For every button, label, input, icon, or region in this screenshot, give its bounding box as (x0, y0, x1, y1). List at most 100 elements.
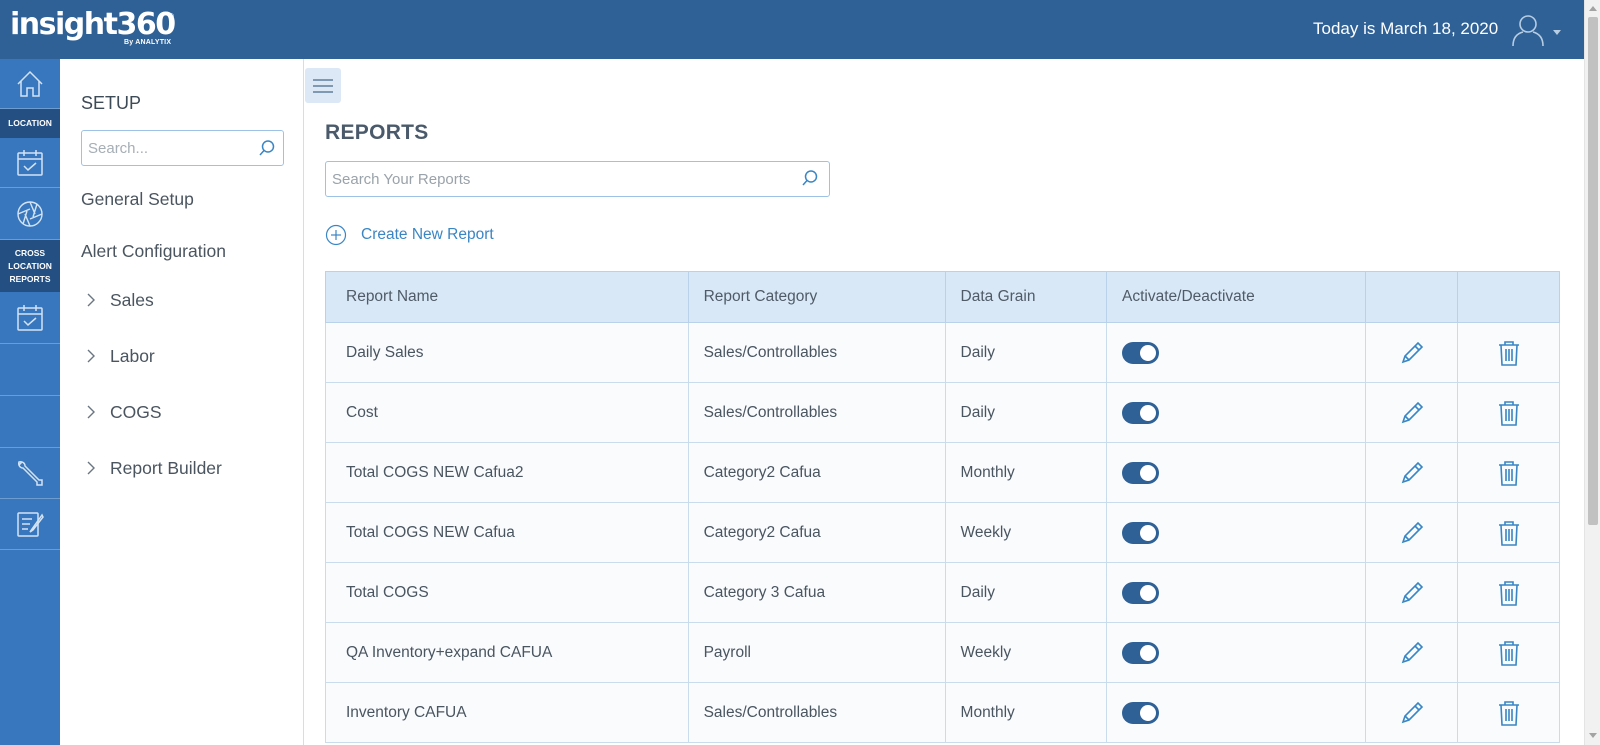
table-row[interactable]: Cost Sales/Controllables Daily (325, 382, 1560, 443)
report-category-cell: Category 3 Cafua (687, 562, 946, 623)
rail-aperture[interactable] (0, 188, 60, 240)
calendar-icon (17, 304, 43, 331)
trash-icon[interactable] (1495, 699, 1523, 727)
setup-search-input[interactable] (81, 130, 284, 166)
edit-cell (1364, 322, 1459, 383)
activate-toggle[interactable] (1122, 401, 1160, 424)
report-name-cell[interactable]: Total COGS (325, 562, 689, 623)
scroll-up-arrow[interactable] (1589, 6, 1597, 11)
today-date: Today is March 18, 2020 (1313, 19, 1499, 38)
col-header-activate[interactable]: Activate/Deactivate (1106, 271, 1366, 323)
col-header-data-grain[interactable]: Data Grain (944, 271, 1108, 323)
edit-cell (1364, 622, 1459, 683)
data-grain-cell: Daily (944, 562, 1108, 623)
report-search-input[interactable] (325, 161, 830, 197)
report-name-cell[interactable]: Inventory CAFUA (325, 682, 689, 743)
activate-cell (1106, 382, 1366, 443)
report-name-cell[interactable]: Daily Sales (325, 322, 689, 383)
trash-icon[interactable] (1495, 519, 1523, 547)
plus-circle-icon (325, 224, 347, 246)
report-category-cell: Category2 Cafua (687, 502, 946, 563)
report-name-cell[interactable]: Total COGS NEW Cafua2 (325, 442, 689, 503)
chevron-right-icon (87, 405, 95, 419)
logo-registered-mark: ® (168, 12, 174, 21)
trash-icon[interactable] (1495, 399, 1523, 427)
table-header-row: Report Name Report Category Data Grain A… (325, 271, 1560, 323)
toggle-knob (1140, 344, 1157, 361)
activate-toggle[interactable] (1122, 341, 1160, 364)
rail-location-calendar[interactable] (0, 138, 60, 188)
delete-cell (1457, 442, 1560, 503)
report-name-cell[interactable]: Total COGS NEW Cafua (325, 502, 689, 563)
toggle-knob (1140, 404, 1157, 421)
report-name-cell[interactable]: Cost (325, 382, 689, 443)
top-header: insight360 ® By ANALYTIX Today is March … (0, 0, 1584, 59)
rail-cross-calendar[interactable] (0, 292, 60, 344)
insight360-logo[interactable]: insight360 ® By ANALYTIX (10, 7, 176, 47)
nav-cogs[interactable]: COGS (85, 400, 162, 424)
scroll-thumb[interactable] (1588, 17, 1598, 525)
table-row[interactable]: QA Inventory+expand CAFUA Payroll Weekly (325, 622, 1560, 683)
create-new-report-button[interactable]: Create New Report (325, 223, 494, 247)
chevron-right-icon (87, 461, 95, 475)
table-row[interactable]: Daily Sales Sales/Controllables Daily (325, 322, 1560, 383)
col-header-edit (1364, 271, 1459, 323)
activate-toggle[interactable] (1122, 641, 1160, 664)
edit-cell (1364, 562, 1459, 623)
activate-cell (1106, 682, 1366, 743)
delete-cell (1457, 622, 1560, 683)
pencil-icon[interactable] (1398, 519, 1426, 547)
user-icon[interactable] (1510, 12, 1546, 48)
trash-icon[interactable] (1495, 639, 1523, 667)
pencil-icon[interactable] (1398, 399, 1426, 427)
trash-icon[interactable] (1495, 579, 1523, 607)
table-row[interactable]: Total COGS Category 3 Cafua Daily (325, 562, 1560, 623)
nav-alert-configuration[interactable]: Alert Configuration (81, 241, 226, 262)
trash-icon[interactable] (1495, 339, 1523, 367)
nav-sales[interactable]: Sales (85, 288, 154, 312)
nav-general-setup[interactable]: General Setup (81, 189, 194, 210)
table-row[interactable]: Total COGS NEW Cafua Category2 Cafua Weekl… (325, 502, 1560, 563)
edit-cell (1364, 682, 1459, 743)
rail-location-label[interactable]: LOCATION (0, 109, 60, 138)
sidebar-toggle-button[interactable] (305, 68, 341, 103)
page-scrollbar[interactable] (1584, 0, 1600, 745)
data-grain-cell: Weekly (944, 622, 1108, 683)
activate-toggle[interactable] (1122, 521, 1160, 544)
create-new-report-label: Create New Report (361, 226, 494, 243)
nav-labor[interactable]: Labor (85, 344, 155, 368)
edit-cell (1364, 442, 1459, 503)
report-name-cell[interactable]: QA Inventory+expand CAFUA (325, 622, 689, 683)
chevron-right-icon (87, 293, 95, 307)
pencil-icon[interactable] (1398, 579, 1426, 607)
activate-toggle[interactable] (1122, 581, 1160, 604)
pencil-icon[interactable] (1398, 699, 1426, 727)
activate-cell (1106, 322, 1366, 383)
search-icon[interactable] (801, 169, 819, 187)
activate-toggle[interactable] (1122, 701, 1160, 724)
rail-cross-location-label[interactable]: CROSS LOCATION REPORTS (0, 240, 60, 292)
delete-cell (1457, 562, 1560, 623)
col-header-report-category[interactable]: Report Category (687, 271, 946, 323)
location-label-text: LOCATION (8, 118, 52, 128)
nav-report-builder[interactable]: Report Builder (85, 456, 222, 480)
data-grain-cell: Monthly (944, 682, 1108, 743)
pencil-icon[interactable] (1398, 639, 1426, 667)
col-header-report-name[interactable]: Report Name (325, 271, 689, 323)
logo-text: insight360 (10, 7, 176, 42)
activate-toggle[interactable] (1122, 461, 1160, 484)
scroll-down-arrow[interactable] (1589, 733, 1597, 738)
toggle-knob (1140, 644, 1157, 661)
rail-home[interactable] (0, 59, 60, 109)
caret-down-icon[interactable] (1551, 26, 1563, 38)
delete-cell (1457, 682, 1560, 743)
rail-tools[interactable] (0, 448, 60, 499)
table-row[interactable]: Inventory CAFUA Sales/Controllables Monthl… (325, 682, 1560, 743)
table-row[interactable]: Total COGS NEW Cafua2 Category2 Cafua Mont… (325, 442, 1560, 503)
rail-notes[interactable] (0, 499, 60, 550)
search-icon[interactable] (258, 139, 276, 157)
pencil-icon[interactable] (1398, 339, 1426, 367)
pencil-icon[interactable] (1398, 459, 1426, 487)
trash-icon[interactable] (1495, 459, 1523, 487)
report-category-cell: Sales/Controllables (687, 682, 946, 743)
